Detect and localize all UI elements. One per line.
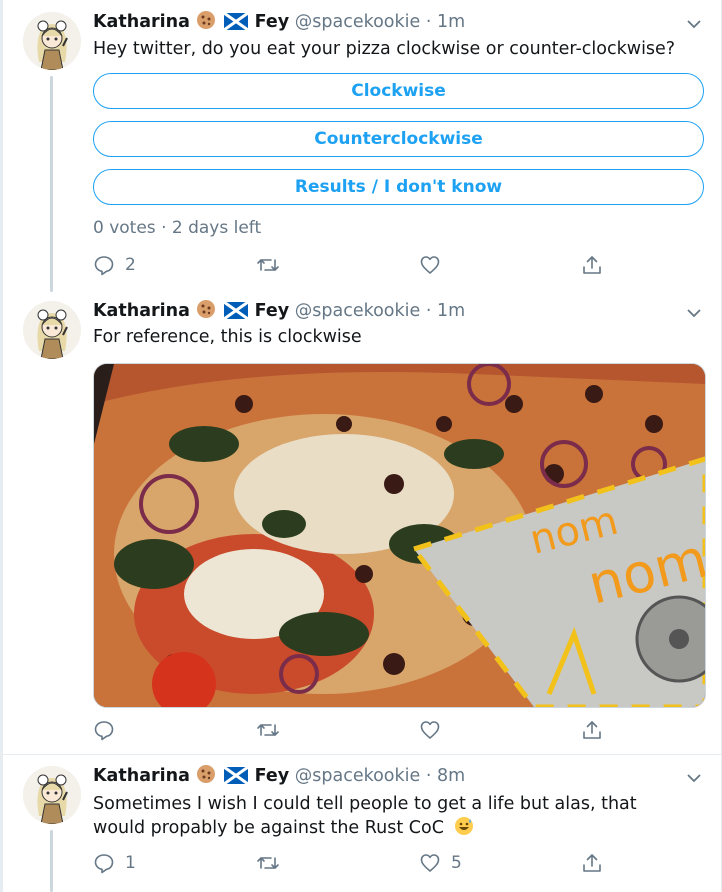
chevron-down-icon[interactable] [685,769,703,787]
reply-count: 2 [125,255,136,275]
poll-option-clockwise[interactable]: Clockwise [93,73,704,109]
share-button[interactable] [581,253,603,277]
timestamp[interactable]: · 8m [426,766,465,786]
retweet-button[interactable] [256,253,290,277]
display-name[interactable]: Katharina [93,766,190,786]
scotland-flag-emoji [224,13,249,30]
poll-option-results[interactable]: Results / I don't know [93,169,704,205]
retweet-icon [257,259,279,271]
retweet-button[interactable] [256,851,290,875]
retweet-icon [257,857,279,869]
pizza-photo: nom nom [94,364,705,707]
tweet-text: For reference, this is clockwise [93,327,362,347]
timestamp[interactable]: · 1m [426,301,465,321]
reply-icon [94,256,114,276]
scotland-flag-emoji [224,767,249,784]
tweet-actions [93,718,603,742]
cookie-emoji [197,765,216,783]
user-handle[interactable]: @spacekookie [295,766,421,786]
tweet-text: Sometimes I wish I could tell people to … [93,792,681,840]
display-name-surname[interactable]: Fey [255,12,290,32]
user-handle[interactable]: @spacekookie [295,12,421,32]
tweet-actions: 1 5 [93,851,603,875]
reply-icon [94,854,114,874]
poll-option-counterclockwise[interactable]: Counterclockwise [93,121,704,157]
like-icon [420,256,440,274]
tweet-text-only[interactable]: Katharina Fey @spacekookie · 8m Sometime… [3,755,721,892]
tweet-header: Katharina Fey @spacekookie · 1m [93,10,465,34]
scotland-flag-emoji [224,302,249,319]
tweet-actions: 2 [93,253,603,277]
share-button[interactable] [581,851,603,875]
reply-button[interactable] [93,718,125,742]
avatar[interactable] [23,301,81,359]
avatar[interactable] [23,12,81,70]
share-icon [583,854,601,872]
like-button[interactable] [419,253,451,277]
tweet-image-pizza[interactable]: nom nom [93,363,706,708]
tweet-header: Katharina Fey @spacekookie · 1m [93,299,465,323]
timestamp[interactable]: · 1m [426,12,465,32]
display-name-surname[interactable]: Fey [255,766,290,786]
like-count: 5 [451,853,462,873]
like-button[interactable] [419,718,451,742]
reply-button[interactable]: 2 [93,253,136,277]
like-icon [420,721,440,739]
tweet-text-content: Sometimes I wish I could tell people to … [93,794,637,838]
reply-icon [94,721,114,741]
reply-count: 1 [125,853,136,873]
retweet-icon [257,724,279,736]
cookie-emoji [197,11,216,29]
timeline: Katharina Fey @spacekookie · 1m Hey twit… [2,0,722,892]
share-button[interactable] [581,718,603,742]
tweet-image[interactable]: Katharina Fey @spacekookie · 1m For refe… [3,292,721,754]
cookie-emoji [197,300,216,318]
avatar[interactable] [23,766,81,824]
grinning-sweat-emoji [454,817,473,835]
display-name-surname[interactable]: Fey [255,301,290,321]
thread-line [50,830,53,892]
thread-line [50,76,53,292]
display-name[interactable]: Katharina [93,301,190,321]
chevron-down-icon[interactable] [685,304,703,322]
like-button[interactable]: 5 [419,851,462,875]
like-icon [420,854,440,872]
poll-meta: 0 votes · 2 days left [93,218,262,238]
tweet-header: Katharina Fey @spacekookie · 8m [93,764,465,788]
share-icon [583,721,601,739]
user-handle[interactable]: @spacekookie [295,301,421,321]
share-icon [583,256,601,274]
retweet-button[interactable] [256,718,290,742]
display-name[interactable]: Katharina [93,12,190,32]
chevron-down-icon[interactable] [685,15,703,33]
tweet-poll[interactable]: Katharina Fey @spacekookie · 1m Hey twit… [3,0,721,292]
reply-button[interactable]: 1 [93,851,136,875]
tweet-text: Hey twitter, do you eat your pizza clock… [93,39,676,59]
